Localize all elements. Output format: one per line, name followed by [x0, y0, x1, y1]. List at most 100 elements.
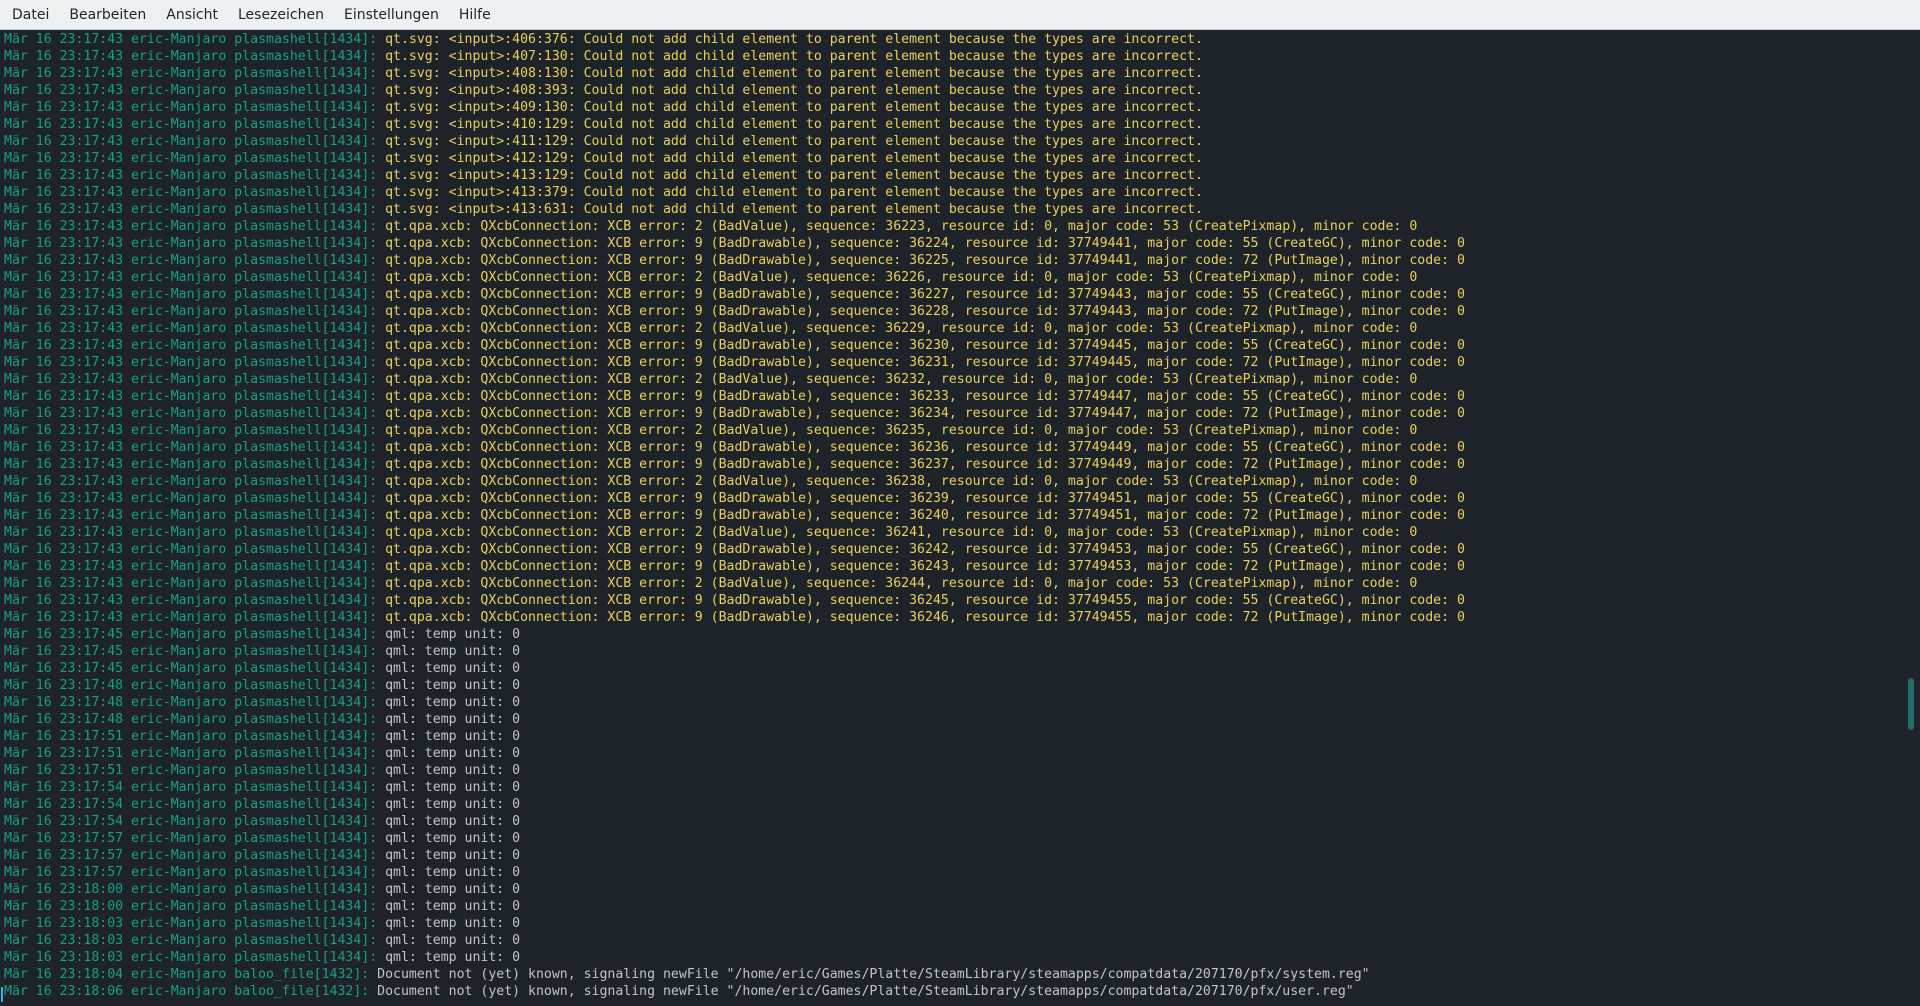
log-line-prefix: Mär 16 23:17:43 eric-Manjaro plasmashell…	[4, 32, 378, 47]
log-line-prefix: Mär 16 23:17:43 eric-Manjaro plasmashell…	[4, 117, 378, 132]
log-line-prefix: Mär 16 23:17:43 eric-Manjaro plasmashell…	[4, 49, 378, 64]
log-line: Mär 16 23:17:45 eric-Manjaro plasmashell…	[4, 626, 1920, 643]
log-line: Mär 16 23:17:54 eric-Manjaro plasmashell…	[4, 779, 1920, 796]
log-line: Mär 16 23:17:51 eric-Manjaro plasmashell…	[4, 762, 1920, 779]
log-line-prefix: Mär 16 23:17:43 eric-Manjaro plasmashell…	[4, 389, 378, 404]
log-line: Mär 16 23:17:51 eric-Manjaro plasmashell…	[4, 728, 1920, 745]
log-line-prefix: Mär 16 23:17:43 eric-Manjaro plasmashell…	[4, 304, 378, 319]
log-line: Mär 16 23:17:43 eric-Manjaro plasmashell…	[4, 558, 1920, 575]
log-line: Mär 16 23:17:43 eric-Manjaro plasmashell…	[4, 48, 1920, 65]
log-line: Mär 16 23:17:48 eric-Manjaro plasmashell…	[4, 711, 1920, 728]
log-line-prefix: Mär 16 23:17:43 eric-Manjaro plasmashell…	[4, 372, 378, 387]
log-line: Mär 16 23:17:43 eric-Manjaro plasmashell…	[4, 303, 1920, 320]
log-line: Mär 16 23:17:43 eric-Manjaro plasmashell…	[4, 286, 1920, 303]
log-line: Mär 16 23:17:43 eric-Manjaro plasmashell…	[4, 99, 1920, 116]
log-line-message: qml: temp unit: 0	[377, 831, 521, 846]
log-line: Mär 16 23:18:00 eric-Manjaro plasmashell…	[4, 898, 1920, 915]
log-line-prefix: Mär 16 23:17:43 eric-Manjaro plasmashell…	[4, 423, 378, 438]
terminal-cursor	[1, 987, 3, 1002]
log-line-prefix: Mär 16 23:17:43 eric-Manjaro plasmashell…	[4, 66, 378, 81]
log-line: Mär 16 23:17:54 eric-Manjaro plasmashell…	[4, 796, 1920, 813]
log-line-message: qt.svg: <input>:412:129: Could not add c…	[377, 151, 1203, 166]
log-line-prefix: Mär 16 23:18:04 eric-Manjaro baloo_file[…	[4, 967, 370, 982]
scrollbar-handle[interactable]	[1908, 678, 1914, 730]
log-line-prefix: Mär 16 23:17:43 eric-Manjaro plasmashell…	[4, 525, 378, 540]
log-line-message: qt.qpa.xcb: QXcbConnection: XCB error: 9…	[377, 338, 1465, 353]
terminal-output[interactable]: Mär 16 23:17:43 eric-Manjaro plasmashell…	[0, 31, 1920, 1006]
log-line-prefix: Mär 16 23:17:45 eric-Manjaro plasmashell…	[4, 661, 378, 676]
log-line: Mär 16 23:17:43 eric-Manjaro plasmashell…	[4, 541, 1920, 558]
log-line-message: qml: temp unit: 0	[377, 950, 521, 965]
log-line-message: qt.qpa.xcb: QXcbConnection: XCB error: 2…	[377, 270, 1418, 285]
log-line-message: qt.qpa.xcb: QXcbConnection: XCB error: 2…	[377, 576, 1418, 591]
menu-bar: Datei Bearbeiten Ansicht Lesezeichen Ein…	[0, 0, 1920, 30]
log-line-message: qt.qpa.xcb: QXcbConnection: XCB error: 2…	[377, 474, 1418, 489]
log-line: Mär 16 23:17:43 eric-Manjaro plasmashell…	[4, 439, 1920, 456]
log-line-message: qt.svg: <input>:413:379: Could not add c…	[377, 185, 1203, 200]
log-line: Mär 16 23:17:43 eric-Manjaro plasmashell…	[4, 269, 1920, 286]
log-line-message: qt.qpa.xcb: QXcbConnection: XCB error: 2…	[377, 525, 1418, 540]
log-line-prefix: Mär 16 23:17:43 eric-Manjaro plasmashell…	[4, 593, 378, 608]
log-line-message: qt.qpa.xcb: QXcbConnection: XCB error: 9…	[377, 593, 1465, 608]
log-line: Mär 16 23:17:43 eric-Manjaro plasmashell…	[4, 575, 1920, 592]
log-line-message: qml: temp unit: 0	[377, 882, 521, 897]
log-line-prefix: Mär 16 23:17:43 eric-Manjaro plasmashell…	[4, 151, 378, 166]
log-line: Mär 16 23:17:43 eric-Manjaro plasmashell…	[4, 456, 1920, 473]
log-line-prefix: Mär 16 23:17:43 eric-Manjaro plasmashell…	[4, 491, 378, 506]
log-line: Mär 16 23:17:43 eric-Manjaro plasmashell…	[4, 592, 1920, 609]
log-line: Mär 16 23:18:04 eric-Manjaro baloo_file[…	[4, 966, 1920, 983]
log-line-message: qml: temp unit: 0	[377, 712, 521, 727]
menu-hilfe[interactable]: Hilfe	[449, 0, 501, 30]
log-line: Mär 16 23:17:43 eric-Manjaro plasmashell…	[4, 524, 1920, 541]
log-line-message: qml: temp unit: 0	[377, 797, 521, 812]
log-line: Mär 16 23:17:43 eric-Manjaro plasmashell…	[4, 422, 1920, 439]
log-line: Mär 16 23:17:51 eric-Manjaro plasmashell…	[4, 745, 1920, 762]
log-line-prefix: Mär 16 23:17:43 eric-Manjaro plasmashell…	[4, 100, 378, 115]
log-line-prefix: Mär 16 23:17:54 eric-Manjaro plasmashell…	[4, 780, 378, 795]
log-line-message: qt.qpa.xcb: QXcbConnection: XCB error: 9…	[377, 236, 1465, 251]
log-line-prefix: Mär 16 23:17:43 eric-Manjaro plasmashell…	[4, 610, 378, 625]
log-line-prefix: Mär 16 23:17:43 eric-Manjaro plasmashell…	[4, 134, 378, 149]
menu-bearbeiten[interactable]: Bearbeiten	[59, 0, 156, 30]
log-line-prefix: Mär 16 23:18:03 eric-Manjaro plasmashell…	[4, 950, 378, 965]
log-line: Mär 16 23:18:03 eric-Manjaro plasmashell…	[4, 932, 1920, 949]
log-line: Mär 16 23:17:48 eric-Manjaro plasmashell…	[4, 694, 1920, 711]
log-line-prefix: Mär 16 23:17:45 eric-Manjaro plasmashell…	[4, 644, 378, 659]
log-line-message: qt.svg: <input>:406:376: Could not add c…	[377, 32, 1203, 47]
log-line: Mär 16 23:17:43 eric-Manjaro plasmashell…	[4, 65, 1920, 82]
log-line-prefix: Mär 16 23:17:43 eric-Manjaro plasmashell…	[4, 338, 378, 353]
menu-einstellungen[interactable]: Einstellungen	[334, 0, 449, 30]
log-line-prefix: Mär 16 23:17:43 eric-Manjaro plasmashell…	[4, 474, 378, 489]
log-line: Mär 16 23:18:03 eric-Manjaro plasmashell…	[4, 915, 1920, 932]
log-line-message: qml: temp unit: 0	[377, 678, 521, 693]
log-line-prefix: Mär 16 23:17:54 eric-Manjaro plasmashell…	[4, 814, 378, 829]
menu-ansicht[interactable]: Ansicht	[156, 0, 228, 30]
log-line: Mär 16 23:17:45 eric-Manjaro plasmashell…	[4, 643, 1920, 660]
log-line-prefix: Mär 16 23:17:51 eric-Manjaro plasmashell…	[4, 746, 378, 761]
log-line: Mär 16 23:17:43 eric-Manjaro plasmashell…	[4, 167, 1920, 184]
menu-datei[interactable]: Datei	[2, 0, 59, 30]
log-line: Mär 16 23:17:54 eric-Manjaro plasmashell…	[4, 813, 1920, 830]
log-line-prefix: Mär 16 23:17:43 eric-Manjaro plasmashell…	[4, 185, 378, 200]
log-line: Mär 16 23:17:43 eric-Manjaro plasmashell…	[4, 371, 1920, 388]
log-line-message: qt.qpa.xcb: QXcbConnection: XCB error: 9…	[377, 389, 1465, 404]
log-line-prefix: Mär 16 23:17:51 eric-Manjaro plasmashell…	[4, 763, 378, 778]
log-line-message: qml: temp unit: 0	[377, 814, 521, 829]
log-line: Mär 16 23:17:43 eric-Manjaro plasmashell…	[4, 388, 1920, 405]
log-line-prefix: Mär 16 23:17:43 eric-Manjaro plasmashell…	[4, 440, 378, 455]
log-line: Mär 16 23:18:06 eric-Manjaro baloo_file[…	[4, 983, 1920, 1000]
log-line-message: qml: temp unit: 0	[377, 899, 521, 914]
log-line-prefix: Mär 16 23:17:48 eric-Manjaro plasmashell…	[4, 678, 378, 693]
log-line-prefix: Mär 16 23:17:48 eric-Manjaro plasmashell…	[4, 712, 378, 727]
log-line: Mär 16 23:17:43 eric-Manjaro plasmashell…	[4, 609, 1920, 626]
log-line-prefix: Mär 16 23:18:03 eric-Manjaro plasmashell…	[4, 933, 378, 948]
log-line-prefix: Mär 16 23:17:57 eric-Manjaro plasmashell…	[4, 848, 378, 863]
log-line: Mär 16 23:17:43 eric-Manjaro plasmashell…	[4, 473, 1920, 490]
log-line: Mär 16 23:17:48 eric-Manjaro plasmashell…	[4, 677, 1920, 694]
log-line-message: qt.qpa.xcb: QXcbConnection: XCB error: 9…	[377, 542, 1465, 557]
log-line-message: qml: temp unit: 0	[377, 763, 521, 778]
menu-lesezeichen[interactable]: Lesezeichen	[228, 0, 334, 30]
log-line: Mär 16 23:17:43 eric-Manjaro plasmashell…	[4, 507, 1920, 524]
log-line-prefix: Mär 16 23:17:57 eric-Manjaro plasmashell…	[4, 831, 378, 846]
log-line: Mär 16 23:17:43 eric-Manjaro plasmashell…	[4, 235, 1920, 252]
